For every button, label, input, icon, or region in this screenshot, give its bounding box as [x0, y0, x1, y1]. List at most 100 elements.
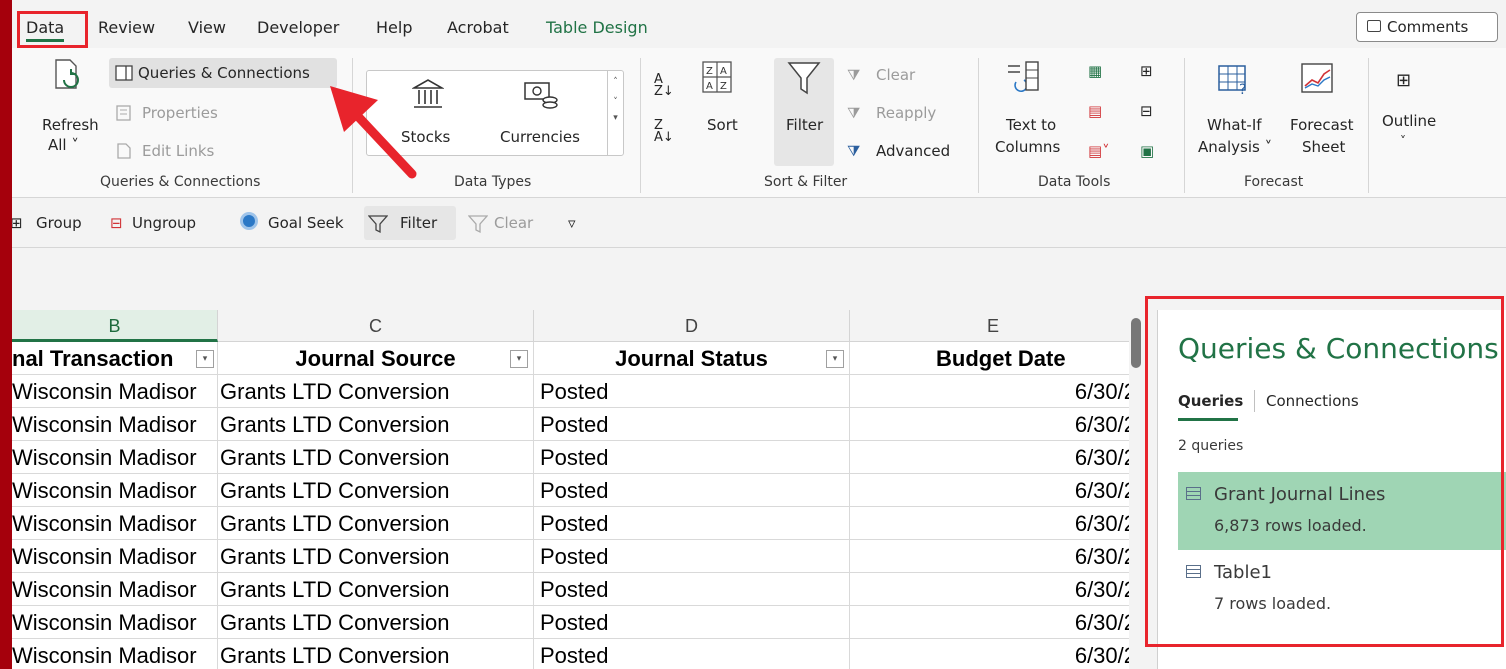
scroll-thumb[interactable] — [1131, 318, 1141, 368]
qat-group-button[interactable]: Group — [36, 214, 82, 232]
cell-journal-status[interactable]: Posted — [534, 507, 850, 540]
cell-journal-transaction[interactable]: Wisconsin Madisor — [12, 606, 218, 639]
filter-dropdown-icon[interactable]: ▾ — [826, 350, 844, 368]
advanced-button[interactable]: Advanced — [876, 142, 950, 160]
header-journal-status[interactable]: Journal Status — [534, 342, 850, 375]
cell-journal-source[interactable]: Grants LTD Conversion — [218, 606, 534, 639]
cell-journal-transaction[interactable]: Wisconsin Madisor — [12, 375, 218, 408]
what-if-label2[interactable]: Analysis ˅ — [1198, 138, 1272, 156]
tab-developer[interactable]: Developer — [257, 10, 339, 46]
outline-chevron-icon[interactable]: ˅ — [1400, 134, 1406, 148]
refresh-all-label[interactable]: Refresh — [42, 116, 99, 134]
text-to-columns-label1[interactable]: Text to — [1006, 116, 1056, 134]
cell-journal-source[interactable]: Grants LTD Conversion — [218, 441, 534, 474]
cell-journal-transaction[interactable]: Wisconsin Madisor — [12, 507, 218, 540]
cell-budget-date[interactable]: 6/30/2 — [850, 540, 1137, 573]
clear-button[interactable]: Clear — [876, 66, 915, 84]
cell-journal-status[interactable]: Posted — [534, 408, 850, 441]
tab-table-design[interactable]: Table Design — [546, 10, 648, 46]
forecast-sheet-label2[interactable]: Sheet — [1302, 138, 1345, 156]
cell-journal-transaction[interactable]: Wisconsin Madisor — [12, 639, 218, 669]
comments-button[interactable]: Comments — [1356, 12, 1498, 42]
header-journal-transaction[interactable]: nal Transaction — [12, 342, 218, 375]
filter-dropdown-icon[interactable]: ▾ — [196, 350, 214, 368]
cell-journal-source[interactable]: Grants LTD Conversion — [218, 540, 534, 573]
relationships-icon[interactable]: ⊟ — [1140, 102, 1153, 120]
text-to-columns-label2[interactable]: Columns — [995, 138, 1060, 156]
properties-icon — [116, 105, 131, 121]
cell-journal-transaction[interactable]: Wisconsin Madisor — [12, 408, 218, 441]
manage-data-model-icon[interactable]: ▣ — [1140, 142, 1154, 160]
refresh-all-dropdown[interactable]: All ˅ — [48, 136, 79, 154]
column-header-e[interactable]: E — [850, 310, 1137, 342]
consolidate-icon[interactable]: ⊞ — [1140, 62, 1153, 80]
worksheet-grid[interactable]: B C D E nal Transaction ▾ Journal Source… — [12, 310, 1137, 669]
column-header-d[interactable]: D — [534, 310, 850, 342]
cell-journal-source[interactable]: Grants LTD Conversion — [218, 639, 534, 669]
goal-seek-icon — [240, 212, 258, 234]
cell-journal-source[interactable]: Grants LTD Conversion — [218, 375, 534, 408]
qat-goal-seek-button[interactable]: Goal Seek — [268, 214, 344, 232]
sort-button[interactable]: Sort — [707, 116, 738, 134]
cell-journal-status[interactable]: Posted — [534, 474, 850, 507]
advanced-icon: ⧩ — [847, 142, 861, 160]
qat-filter-icon — [368, 215, 388, 234]
cell-budget-date[interactable]: 6/30/2 — [850, 375, 1137, 408]
vertical-scrollbar[interactable] — [1129, 310, 1143, 669]
properties-button[interactable]: Properties — [142, 104, 218, 122]
cell-journal-transaction[interactable]: Wisconsin Madisor — [12, 474, 218, 507]
cell-budget-date[interactable]: 6/30/2 — [850, 408, 1137, 441]
gallery-scroll[interactable]: ˄ ˅ ▾ — [607, 71, 623, 155]
cell-journal-source[interactable]: Grants LTD Conversion — [218, 474, 534, 507]
ungroup-icon: ⊟ — [110, 214, 123, 232]
cell-journal-source[interactable]: Grants LTD Conversion — [218, 507, 534, 540]
queries-pane-icon — [115, 65, 133, 81]
sort-az-icon[interactable]: A Z↓ — [654, 73, 674, 98]
tab-review[interactable]: Review — [98, 10, 155, 46]
cell-journal-transaction[interactable]: Wisconsin Madisor — [12, 441, 218, 474]
cell-journal-transaction[interactable]: Wisconsin Madisor — [12, 573, 218, 606]
cell-budget-date[interactable]: 6/30/2 — [850, 441, 1137, 474]
tab-acrobat[interactable]: Acrobat — [447, 10, 509, 46]
cell-journal-status[interactable]: Posted — [534, 540, 850, 573]
cell-journal-status[interactable]: Posted — [534, 639, 850, 669]
cell-budget-date[interactable]: 6/30/2 — [850, 474, 1137, 507]
header-budget-date[interactable]: Budget Date — [850, 342, 1137, 375]
annotation-box-queries-pane — [1145, 296, 1504, 647]
cell-budget-date[interactable]: 6/30/2 — [850, 606, 1137, 639]
what-if-label1[interactable]: What-If — [1207, 116, 1262, 134]
flash-fill-icon[interactable]: ▦ — [1088, 62, 1102, 80]
cell-journal-status[interactable]: Posted — [534, 375, 850, 408]
qat-clear-button[interactable]: Clear — [494, 214, 533, 232]
qat-ungroup-button[interactable]: Ungroup — [132, 214, 196, 232]
remove-duplicates-icon[interactable]: ▤ — [1088, 102, 1102, 120]
filter-funnel-icon — [787, 62, 821, 95]
sort-za-icon[interactable]: Z A↓ — [654, 119, 674, 144]
cell-budget-date[interactable]: 6/30/2 — [850, 573, 1137, 606]
cell-journal-source[interactable]: Grants LTD Conversion — [218, 573, 534, 606]
qat-customize-icon[interactable]: ▿ — [568, 214, 576, 232]
qat-clear-icon — [468, 215, 488, 234]
cell-budget-date[interactable]: 6/30/2 — [850, 639, 1137, 669]
reapply-button[interactable]: Reapply — [876, 104, 936, 122]
currencies-button[interactable]: Currencies — [500, 128, 580, 146]
data-validation-icon[interactable]: ▤˅ — [1088, 142, 1110, 160]
header-journal-source[interactable]: Journal Source — [218, 342, 534, 375]
cell-journal-status[interactable]: Posted — [534, 606, 850, 639]
outline-button[interactable]: Outline — [1382, 112, 1436, 130]
sort-icon: Z A A Z — [702, 61, 732, 93]
cell-budget-date[interactable]: 6/30/2 — [850, 507, 1137, 540]
cell-journal-transaction[interactable]: Wisconsin Madisor — [12, 540, 218, 573]
cell-journal-status[interactable]: Posted — [534, 573, 850, 606]
reapply-icon: ⧩ — [847, 104, 861, 122]
tab-view[interactable]: View — [188, 10, 226, 46]
column-header-b[interactable]: B — [12, 310, 218, 342]
column-header-c[interactable]: C — [218, 310, 534, 342]
what-if-analysis-icon: ? — [1218, 65, 1246, 96]
edit-links-button[interactable]: Edit Links — [142, 142, 214, 160]
filter-dropdown-icon[interactable]: ▾ — [510, 350, 528, 368]
forecast-sheet-label1[interactable]: Forecast — [1290, 116, 1353, 134]
tab-help[interactable]: Help — [376, 10, 412, 46]
cell-journal-source[interactable]: Grants LTD Conversion — [218, 408, 534, 441]
cell-journal-status[interactable]: Posted — [534, 441, 850, 474]
